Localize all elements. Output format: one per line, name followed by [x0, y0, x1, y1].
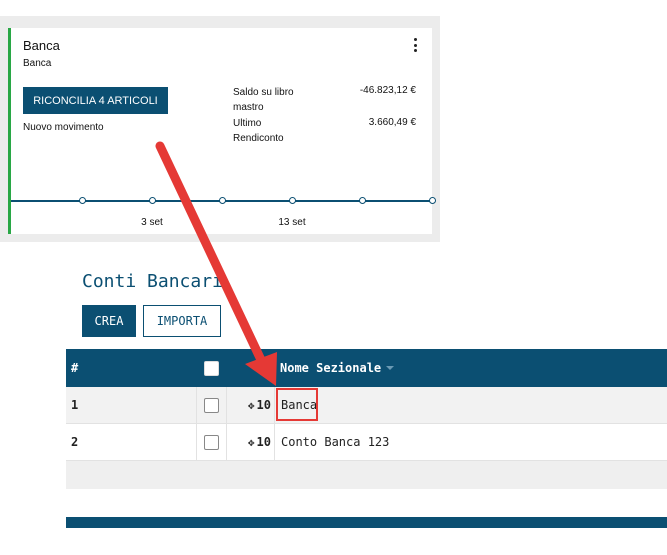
select-all-checkbox-cell[interactable] [196, 349, 226, 387]
row-checkbox-cell[interactable] [196, 424, 226, 460]
column-header-number: # [71, 361, 79, 375]
reconcile-button[interactable]: RICONCILIA 4 ARTICOLI [23, 87, 168, 114]
row-number: 1 [71, 398, 79, 412]
table-header: # Nome Sezionale [66, 349, 667, 387]
timeline-dot [359, 197, 366, 204]
journal-card-subtitle: Banca [23, 58, 52, 69]
timeline-tick-label: 3 set [141, 217, 163, 228]
row-name[interactable]: Banca [274, 387, 667, 423]
table-row[interactable]: 2 ✥ 10 Conto Banca 123 [66, 424, 667, 461]
last-statement-label: Ultimo Rendiconto [233, 118, 284, 144]
column-header-name[interactable]: Nome Sezionale [274, 349, 667, 387]
row-number: 2 [71, 435, 79, 449]
table-footer-bar [66, 517, 667, 528]
timeline-dot [429, 197, 436, 204]
row-sequence[interactable]: ✥ 10 [226, 424, 274, 460]
select-all-checkbox[interactable] [203, 360, 219, 376]
ledger-balance-label: Saldo su libro mastro [233, 87, 294, 113]
kebab-menu-icon[interactable] [411, 38, 419, 52]
timeline-tick-label: 13 set [278, 217, 306, 228]
sort-caret-icon[interactable] [386, 366, 395, 370]
empty-table-row [66, 461, 667, 489]
row-checkbox[interactable] [204, 434, 219, 450]
row-name[interactable]: Conto Banca 123 [274, 424, 667, 460]
page-title: Conti Bancari [82, 271, 223, 292]
move-arrows-icon[interactable]: ✥ [248, 399, 255, 412]
row-checkbox-cell[interactable] [196, 387, 226, 423]
column-header-name-label[interactable]: Nome Sezionale [280, 361, 381, 375]
last-statement-value[interactable]: 3.660,49 € [369, 117, 416, 128]
column-header-sequence [226, 349, 274, 387]
journals-table: # Nome Sezionale 1 ✥ 10 Banca 2 ✥ 10 Con… [66, 349, 667, 489]
import-button[interactable]: IMPORTA [143, 305, 221, 337]
table-row[interactable]: 1 ✥ 10 Banca [66, 387, 667, 424]
new-movement-link[interactable]: Nuovo movimento [23, 122, 104, 133]
move-arrows-icon[interactable]: ✥ [248, 436, 255, 449]
create-button[interactable]: CREA [82, 305, 136, 337]
journal-card: Banca Banca RICONCILIA 4 ARTICOLI Nuovo … [8, 28, 436, 234]
row-sequence[interactable]: ✥ 10 [226, 387, 274, 423]
row-sequence-value: 10 [256, 435, 271, 449]
journal-card-title[interactable]: Banca [23, 38, 60, 53]
timeline-dot [149, 197, 156, 204]
timeline-dot [289, 197, 296, 204]
highlight-box [276, 388, 318, 421]
timeline-dot [219, 197, 226, 204]
row-sequence-value: 10 [256, 398, 271, 412]
row-checkbox[interactable] [204, 397, 219, 413]
ledger-balance-value: -46.823,12 € [359, 85, 416, 96]
timeline-dot [79, 197, 86, 204]
